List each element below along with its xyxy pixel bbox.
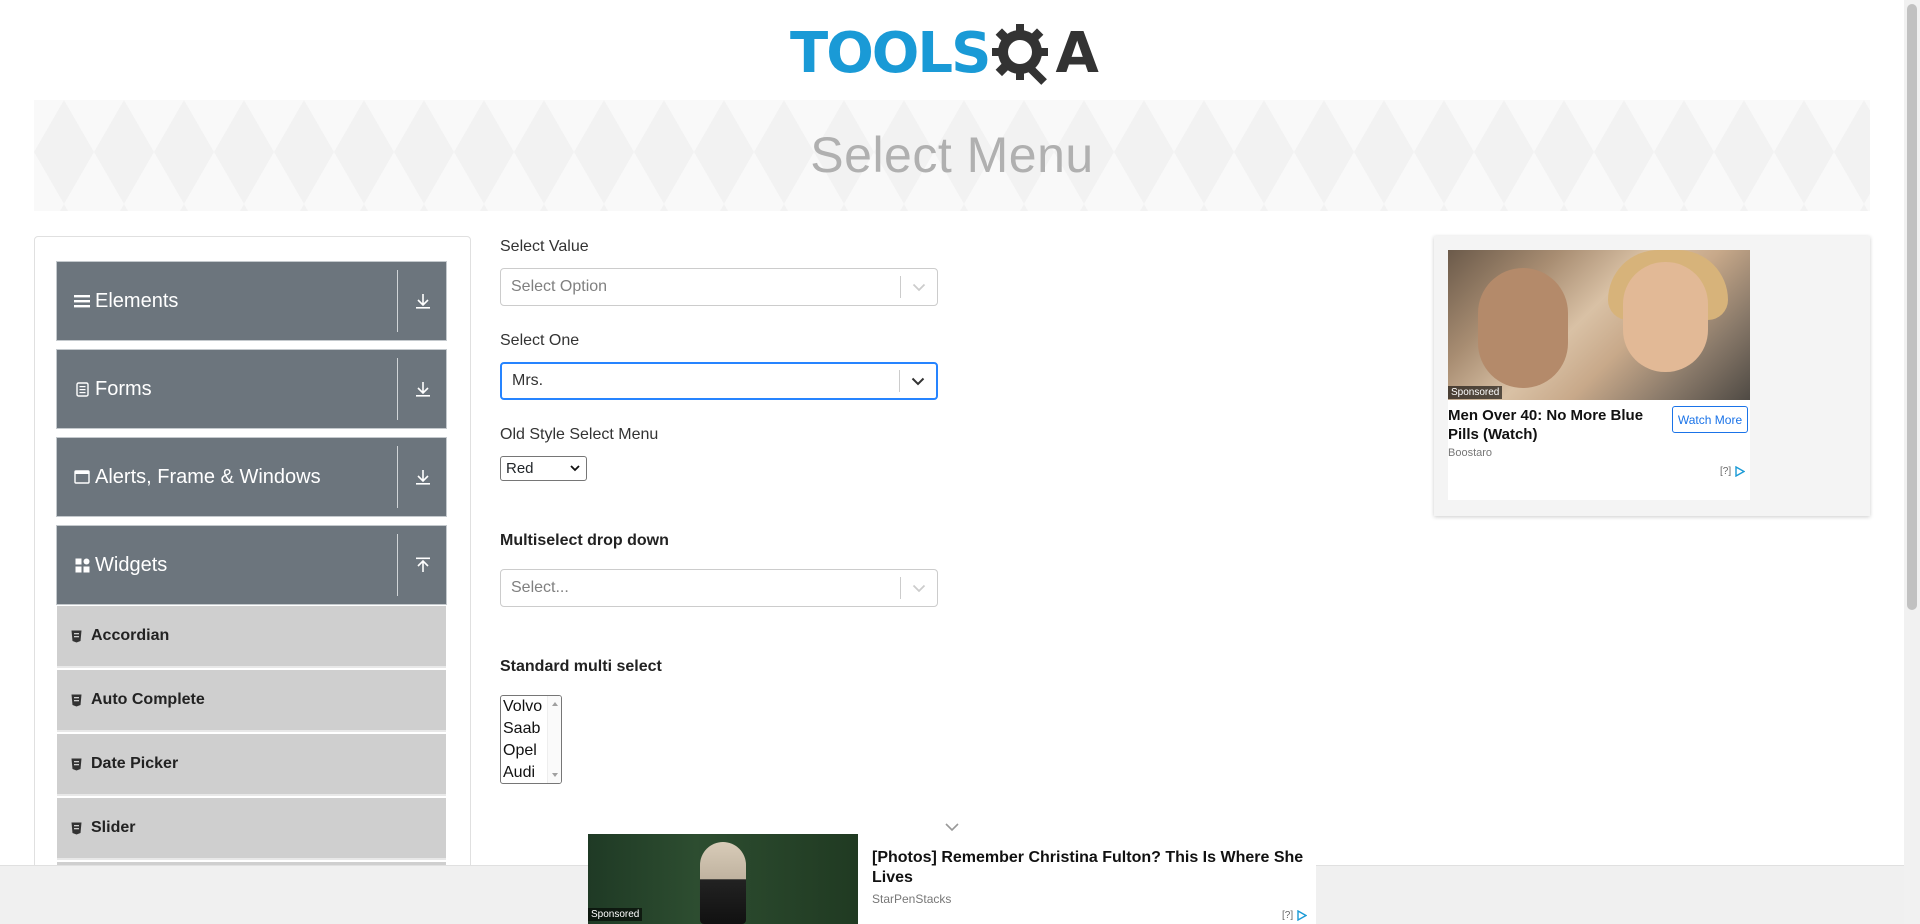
html5-icon [71, 693, 83, 707]
divider [397, 534, 398, 596]
sidebar-item-slider[interactable]: Slider [57, 798, 446, 860]
sidebar-item-label: Date Picker [91, 755, 179, 772]
ad-info[interactable]: [?] [1282, 910, 1308, 921]
old-style-select[interactable]: Red [500, 456, 587, 481]
adchoices-icon [1735, 466, 1746, 477]
toolsqa-logo[interactable]: TOOLS A [790, 14, 1099, 94]
sidebar-group-elements[interactable]: Elements [56, 261, 447, 341]
ad-image[interactable]: Sponsored [588, 834, 858, 924]
divider [397, 446, 398, 508]
widgets-icon [73, 556, 91, 574]
hamburger-icon [73, 292, 91, 310]
ad-card[interactable]: Sponsored Men Over 40: No More Blue Pill… [1448, 250, 1750, 500]
scroll-up-icon[interactable] [552, 702, 558, 706]
form-icon [73, 380, 91, 398]
download-arrow-icon[interactable] [414, 379, 432, 399]
sponsored-badge: Sponsored [588, 908, 643, 921]
multiselect-label: Multiselect drop down [500, 532, 669, 549]
logo-text-a: A [1055, 21, 1098, 86]
select-one-dropdown[interactable]: Mrs. [500, 362, 938, 400]
select-value-placeholder: Select Option [511, 278, 608, 295]
sidebar: Elements Forms Alerts, Frame & Windows W… [34, 236, 471, 924]
gear-magnifier-icon [992, 24, 1049, 85]
divider [397, 270, 398, 332]
old-style-select-value: Red [506, 460, 534, 477]
ad-right: Sponsored Men Over 40: No More Blue Pill… [1434, 236, 1870, 516]
sponsored-badge: Sponsored [1448, 386, 1503, 399]
scrollbar-thumb[interactable] [1907, 4, 1917, 610]
adchoices-icon [1297, 910, 1308, 921]
sidebar-group-forms[interactable]: Forms [56, 349, 447, 429]
ad-info[interactable]: [?] [1720, 466, 1746, 477]
ad-source[interactable]: Boostaro [1448, 447, 1492, 459]
sidebar-group-label: Forms [95, 377, 152, 400]
select-value-dropdown[interactable]: Select Option [500, 268, 938, 306]
chevron-down-icon[interactable] [944, 822, 960, 832]
divider [397, 358, 398, 420]
chevron-down-icon [570, 465, 580, 472]
select-one-label: Select One [500, 332, 580, 349]
download-arrow-icon[interactable] [414, 291, 432, 311]
ad-info-label: [?] [1282, 910, 1294, 921]
page-title: Select Menu [810, 127, 1094, 183]
sidebar-group-label: Widgets [95, 553, 168, 576]
sidebar-item-label: Slider [91, 819, 136, 836]
multiselect-placeholder: Select... [511, 579, 569, 596]
html5-icon [71, 757, 83, 771]
listbox-scrollbar[interactable] [547, 696, 561, 783]
page-banner: Select Menu [34, 100, 1870, 211]
old-style-select-label: Old Style Select Menu [500, 426, 659, 443]
sidebar-item-label: Accordian [91, 627, 170, 644]
multiselect-dropdown[interactable]: Select... [500, 569, 938, 607]
download-arrow-icon[interactable] [414, 467, 432, 487]
ad-image-person [700, 842, 746, 924]
sidebar-group-alerts-frame-windows[interactable]: Alerts, Frame & Windows [56, 437, 447, 517]
html5-icon [71, 629, 83, 643]
sidebar-item-date-picker[interactable]: Date Picker [57, 734, 446, 796]
ad-source[interactable]: StarPenStacks [872, 892, 951, 906]
ad-bottom[interactable]: Sponsored [Photos] Remember Christina Fu… [588, 834, 1316, 924]
select-one-value: Mrs. [512, 372, 544, 389]
ad-headline[interactable]: [Photos] Remember Christina Fulton? This… [872, 848, 1312, 888]
sidebar-group-widgets[interactable]: Widgets [56, 525, 447, 605]
header: TOOLS A [0, 0, 1900, 100]
scroll-down-icon[interactable] [552, 773, 558, 777]
chevron-down-icon[interactable] [901, 570, 937, 606]
logo-text-tools: TOOLS [790, 21, 991, 86]
standard-multi-select[interactable]: Volvo Saab Opel Audi [500, 695, 562, 784]
standard-multi-select-label: Standard multi select [500, 658, 662, 675]
sidebar-group-label: Elements [95, 289, 179, 312]
ad-image-person [1623, 262, 1708, 372]
sidebar-group-label: Alerts, Frame & Windows [95, 465, 321, 488]
sidebar-item-label: Auto Complete [91, 691, 205, 708]
sidebar-item-accordian[interactable]: Accordian [57, 606, 446, 668]
ad-headline[interactable]: Men Over 40: No More Blue Pills (Watch) [1448, 406, 1668, 444]
ad-info-label: [?] [1720, 466, 1732, 477]
window-icon [73, 468, 91, 486]
chevron-down-icon[interactable] [900, 363, 936, 399]
html5-icon [71, 821, 83, 835]
ad-image[interactable]: Sponsored [1448, 250, 1750, 400]
ad-image-person [1478, 268, 1568, 388]
chevron-down-icon[interactable] [901, 269, 937, 305]
select-value-label: Select Value [500, 238, 589, 255]
watch-more-button[interactable]: Watch More [1672, 406, 1748, 433]
upload-arrow-icon[interactable] [414, 555, 432, 575]
sidebar-item-auto-complete[interactable]: Auto Complete [57, 670, 446, 732]
page-scrollbar[interactable] [1904, 0, 1920, 924]
